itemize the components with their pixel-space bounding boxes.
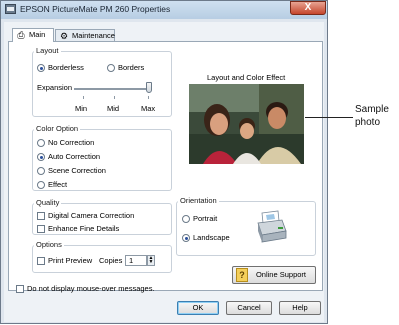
expansion-max-label: Max bbox=[141, 104, 156, 113]
copies-input[interactable]: 1 bbox=[125, 255, 147, 266]
auto-correction-radio[interactable] bbox=[37, 153, 45, 161]
landscape-printer-icon bbox=[252, 207, 292, 247]
orientation-group-label: Orientation bbox=[178, 196, 219, 205]
printer-icon: ⎙ bbox=[17, 30, 25, 40]
quality-group-label: Quality bbox=[34, 198, 62, 207]
options-group-label: Options bbox=[34, 240, 64, 249]
borderless-radio[interactable] bbox=[37, 64, 45, 72]
tab-main[interactable]: ⎙ Main bbox=[12, 28, 54, 42]
mouseover-label: Do not display mouse-over messages. bbox=[27, 284, 155, 293]
portrait-radio[interactable] bbox=[182, 215, 190, 223]
close-button[interactable]: X bbox=[290, 1, 326, 15]
print-preview-checkbox[interactable] bbox=[37, 257, 45, 265]
tab-maintenance-label: Maintenance bbox=[72, 31, 115, 40]
expansion-min-label: Min bbox=[75, 104, 88, 113]
expansion-slider-thumb[interactable] bbox=[146, 82, 152, 93]
sample-photo bbox=[189, 84, 304, 164]
effect-radio[interactable] bbox=[37, 181, 45, 189]
maintenance-icon: ⚙ bbox=[59, 31, 69, 41]
scene-correction-label: Scene Correction bbox=[48, 166, 106, 175]
expansion-slider-track[interactable] bbox=[74, 88, 152, 90]
copies-label: Copies bbox=[99, 256, 123, 265]
digital-camera-correction-checkbox[interactable] bbox=[37, 212, 45, 220]
enhance-fine-details-label: Enhance Fine Details bbox=[48, 224, 120, 233]
borders-label: Borders bbox=[118, 63, 145, 72]
expansion-tick-min bbox=[83, 96, 84, 99]
ok-button[interactable]: OK bbox=[177, 301, 219, 315]
effect-label: Effect bbox=[48, 180, 68, 189]
scene-correction-radio[interactable] bbox=[37, 167, 45, 175]
digital-camera-correction-label: Digital Camera Correction bbox=[48, 211, 135, 220]
help-button[interactable]: Help bbox=[279, 301, 321, 315]
enhance-fine-details-checkbox[interactable] bbox=[37, 225, 45, 233]
layout-group-label: Layout bbox=[34, 46, 61, 55]
orientation-group bbox=[176, 201, 316, 256]
online-support-label: Online Support bbox=[255, 270, 307, 279]
copies-stepper[interactable]: ▲ ▼ bbox=[147, 255, 155, 266]
window-title: EPSON PictureMate PM 260 Properties bbox=[20, 4, 171, 14]
help-question-icon: ? bbox=[236, 268, 248, 282]
landscape-label: Landscape bbox=[193, 233, 230, 242]
family-photo-image bbox=[189, 84, 304, 164]
printer-app-icon bbox=[5, 4, 16, 14]
portrait-label: Portrait bbox=[193, 214, 218, 223]
expansion-label: Expansion bbox=[37, 83, 73, 92]
preview-label: Layout and Color Effect bbox=[207, 73, 286, 82]
auto-correction-label: Auto Correction bbox=[48, 152, 101, 161]
print-preview-label: Print Preview bbox=[48, 256, 93, 265]
cancel-button[interactable]: Cancel bbox=[226, 301, 272, 315]
no-correction-label: No Correction bbox=[48, 138, 95, 147]
expansion-tick-max bbox=[148, 96, 149, 99]
sample-photo-callout: Sample photo bbox=[355, 104, 389, 128]
color-option-group-label: Color Option bbox=[34, 124, 81, 133]
sample-photo-callout-line bbox=[305, 117, 353, 118]
landscape-radio[interactable] bbox=[182, 234, 190, 242]
tab-main-label: Main bbox=[29, 30, 46, 39]
mouseover-checkbox[interactable] bbox=[16, 285, 24, 293]
online-support-button[interactable]: ? Online Support bbox=[232, 266, 316, 284]
expansion-mid-label: Mid bbox=[107, 104, 120, 113]
borders-radio[interactable] bbox=[107, 64, 115, 72]
expansion-tick-mid bbox=[114, 96, 115, 99]
borderless-label: Borderless bbox=[48, 63, 84, 72]
no-correction-radio[interactable] bbox=[37, 139, 45, 147]
